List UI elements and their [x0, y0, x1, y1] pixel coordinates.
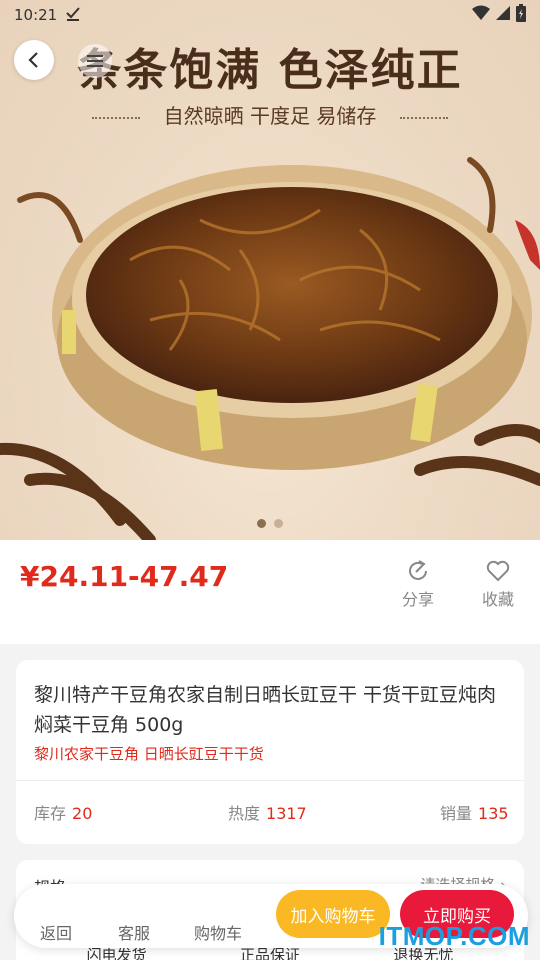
banner-subtitle: 自然晾晒 干度足 易储存 [0, 100, 540, 129]
stock-stat: 库存 20 [34, 804, 93, 823]
dried-beans-basket-image [0, 157, 540, 540]
price-section: ¥24.11-47.47 分享 收藏 [0, 540, 540, 644]
site-watermark: ITMOP.COM [378, 921, 530, 951]
share-icon [409, 560, 427, 580]
download-done-icon [65, 5, 81, 25]
share-button[interactable]: 分享 [388, 558, 448, 610]
product-info-card: 黎川特产干豆角农家自制日晒长豇豆干 干货干豇豆炖肉焖菜干豆角 500g 黎川农家… [16, 660, 524, 844]
price-range: ¥24.11-47.47 [20, 560, 229, 593]
favorite-button[interactable]: 收藏 [468, 558, 528, 610]
status-bar: 10:21 [0, 0, 540, 30]
back-nav-item[interactable]: 返回 [40, 920, 72, 944]
chevron-left-icon [28, 52, 38, 68]
back-button[interactable] [14, 40, 54, 80]
cart-nav-item[interactable]: 购物车 [194, 920, 242, 944]
menu-icon [87, 55, 103, 67]
product-title: 黎川特产干豆角农家自制日晒长豇豆干 干货干豇豆炖肉焖菜干豆角 500g [34, 684, 497, 736]
status-time: 10:21 [14, 6, 58, 24]
battery-icon [516, 4, 526, 26]
add-to-cart-button[interactable]: 加入购物车 [276, 890, 390, 938]
menu-button[interactable] [78, 44, 112, 78]
product-image-carousel[interactable]: 条条饱满 色泽纯正 自然晾晒 干度足 易储存 [0, 0, 540, 540]
divider [16, 780, 524, 781]
signal-icon [496, 5, 510, 25]
product-subtitle: 黎川农家干豆角 日晒长豇豆干干货 [34, 745, 264, 763]
sales-stat: 销量 135 [440, 804, 509, 823]
service-nav-item[interactable]: 客服 [118, 920, 150, 944]
carousel-indicator [0, 519, 540, 528]
heart-icon [486, 560, 510, 582]
popularity-stat: 热度 1317 [228, 804, 307, 823]
wifi-icon [472, 5, 490, 25]
